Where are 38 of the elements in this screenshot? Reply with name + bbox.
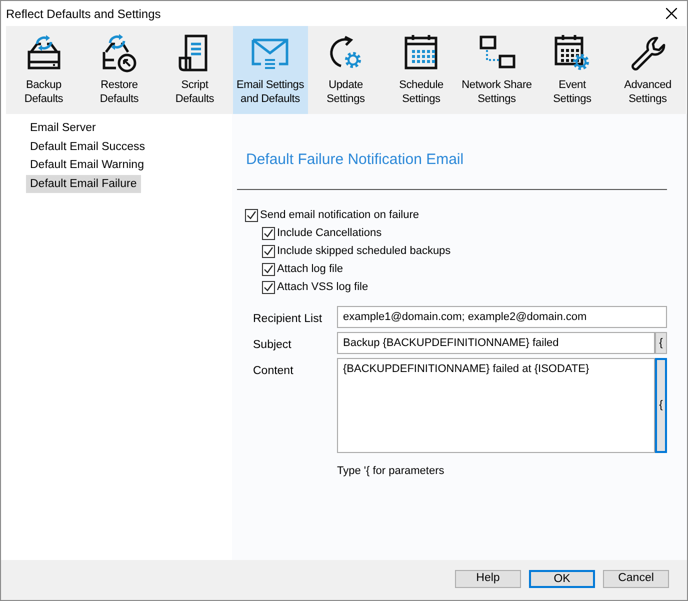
checkbox-label: Send email notification on failure (260, 208, 419, 224)
dialog-button[interactable]: Help (455, 570, 521, 588)
close-icon[interactable] (666, 8, 677, 19)
toolbar-button[interactable]: Update Settings (308, 26, 384, 114)
hint-text: Type '{ for parameters (337, 464, 446, 479)
toolbar-button[interactable]: Backup Defaults (6, 26, 82, 114)
toolbar-button[interactable]: Event Settings (534, 26, 610, 114)
field-label: Recipient List (253, 312, 324, 326)
field-label: Subject (253, 338, 292, 353)
dialog-button[interactable]: Cancel (603, 570, 669, 588)
toolbar-button[interactable]: Advanced Settings (610, 26, 686, 114)
dialog-button[interactable]: OK (529, 570, 595, 588)
checkbox[interactable] (262, 245, 275, 258)
checkbox-label: Attach VSS log file (277, 280, 368, 296)
toolbar-button[interactable]: Email Settings and Defaults (232, 26, 308, 114)
content-field[interactable]: {BACKUPDEFINITIONNAME} failed at {ISODATE} (337, 358, 655, 453)
toolbar-button[interactable]: Network Share Settings (459, 26, 534, 114)
window-title: Reflect Defaults and Settings (6, 6, 161, 22)
checkbox-label: Include Cancellations (277, 226, 382, 242)
parameter-button[interactable]: { (655, 332, 667, 354)
checkbox-label: Include skipped scheduled backups (277, 244, 451, 260)
sidebar-item[interactable]: Default Email Failure (26, 174, 141, 193)
sidebar-item[interactable]: Default Email Success (26, 138, 150, 156)
toolbar-button[interactable]: Schedule Settings (384, 26, 459, 114)
sidebar-item[interactable]: Email Server (26, 119, 100, 138)
checkbox[interactable] (262, 227, 275, 240)
checkbox[interactable] (262, 281, 275, 294)
panel-title: Default Failure Notification Email (246, 150, 465, 170)
checkbox[interactable] (262, 263, 275, 276)
text-field[interactable]: Backup {BACKUPDEFINITIONNAME} failed (337, 332, 655, 354)
toolbar-button[interactable]: Script Defaults (157, 26, 232, 114)
toolbar-button[interactable]: Restore Defaults (82, 26, 157, 114)
text-field[interactable]: example1@domain.com; example2@domain.com (337, 306, 667, 328)
parameter-button[interactable]: { (655, 358, 667, 453)
sidebar-item[interactable]: Default Email Warning (26, 156, 148, 174)
field-label: Content (253, 364, 294, 379)
checkbox-label: Attach log file (277, 262, 344, 278)
checkbox[interactable] (245, 209, 258, 222)
